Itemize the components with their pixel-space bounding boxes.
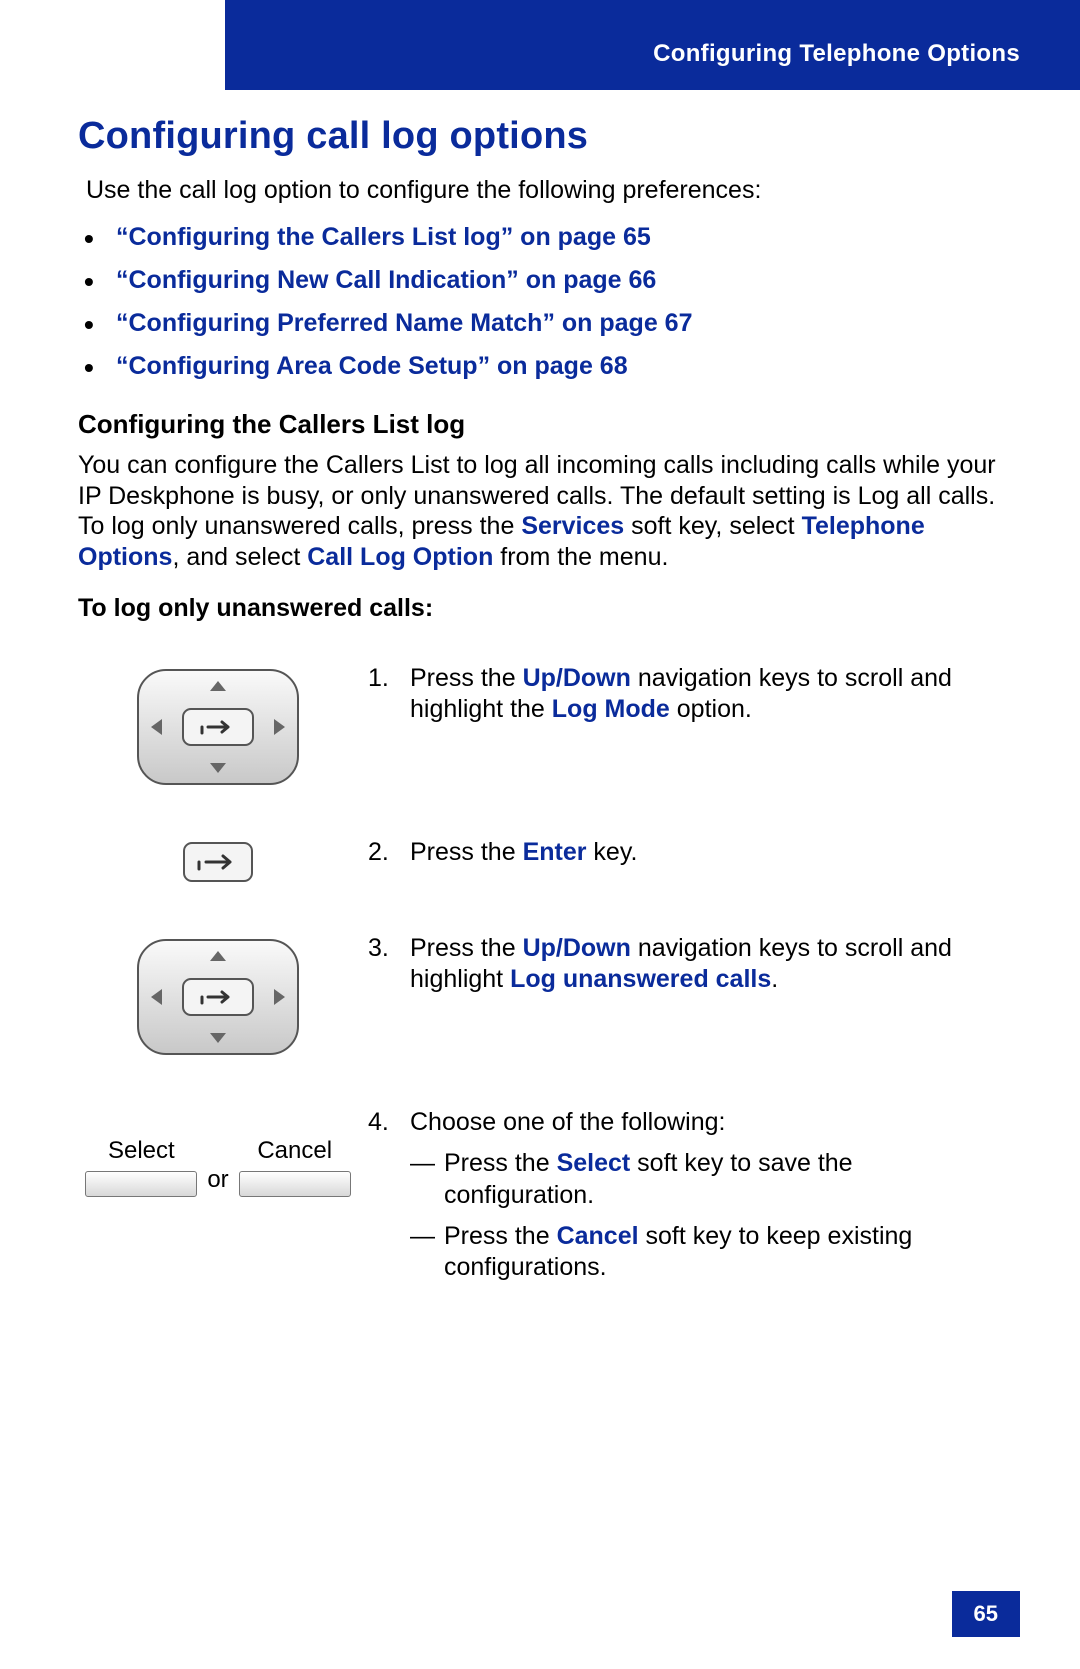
- cancel-label: Cancel: [257, 1137, 332, 1165]
- page-title: Configuring call log options: [78, 115, 1002, 158]
- toc-link-callers-list[interactable]: “Configuring the Callers List log” on pa…: [78, 223, 1002, 252]
- page-number: 65: [952, 1591, 1020, 1637]
- softkeys-illustration: Select or Cancel: [85, 1137, 350, 1197]
- step-3: 3. Press the Up/Down navigation keys to …: [78, 933, 1002, 1057]
- substep-desc: Press the Cancel soft key to keep existi…: [444, 1221, 1002, 1284]
- steps-list: 1. Press the Up/Down navigation keys to …: [78, 663, 1002, 1283]
- section-heading: Configuring the Callers List log: [78, 409, 1002, 440]
- step-1-illustration: [78, 663, 358, 787]
- call-log-option-ref: Call Log Option: [307, 543, 493, 571]
- step-4-text: 4. Choose one of the following: — Press …: [368, 1107, 1002, 1283]
- body-text: Choose one of the following:: [410, 1108, 726, 1136]
- select-softkey-icon: [85, 1171, 197, 1197]
- select-softkey-col: Select: [85, 1137, 197, 1197]
- body-text: Press the: [444, 1149, 557, 1177]
- body-text: soft key, select: [624, 512, 801, 540]
- body-text: Press the: [410, 664, 523, 692]
- enter-ref: Enter: [523, 838, 587, 866]
- body-text: key.: [586, 838, 637, 866]
- body-text: Press the: [444, 1222, 557, 1250]
- body-text: Press the: [410, 838, 523, 866]
- substep-desc: Press the Select soft key to save the co…: [444, 1148, 1002, 1211]
- step-desc: Press the Enter key.: [410, 837, 1002, 868]
- cancel-softkey-icon: [239, 1171, 351, 1197]
- updown-ref: Up/Down: [523, 664, 631, 692]
- step-2-illustration: [78, 837, 358, 883]
- intro-text: Use the call log option to configure the…: [86, 176, 1002, 205]
- step-number: 1.: [368, 663, 410, 726]
- toc-list: “Configuring the Callers List log” on pa…: [78, 223, 1002, 381]
- step-number: 2.: [368, 837, 410, 868]
- step-desc: Press the Up/Down navigation keys to scr…: [410, 663, 1002, 726]
- header-band: Configuring Telephone Options: [225, 0, 1080, 90]
- step-desc: Press the Up/Down navigation keys to scr…: [410, 933, 1002, 996]
- step-1-text: 1. Press the Up/Down navigation keys to …: [368, 663, 1002, 726]
- body-text: .: [771, 965, 778, 993]
- dash-icon: —: [410, 1148, 444, 1211]
- step-3-illustration: [78, 933, 358, 1057]
- updown-ref: Up/Down: [523, 934, 631, 962]
- step-2: 2. Press the Enter key.: [78, 837, 1002, 883]
- navpad-icon: [135, 937, 301, 1057]
- step-3-text: 3. Press the Up/Down navigation keys to …: [368, 933, 1002, 996]
- step-2-text: 2. Press the Enter key.: [368, 837, 1002, 868]
- body-text: Press the: [410, 934, 523, 962]
- body-text: from the menu.: [493, 543, 668, 571]
- body-text: option.: [670, 695, 752, 723]
- log-unanswered-ref: Log unanswered calls: [510, 965, 771, 993]
- services-softkey-ref: Services: [521, 512, 624, 540]
- page: Configuring Telephone Options Configurin…: [0, 0, 1080, 1669]
- toc-link-new-call-indication[interactable]: “Configuring New Call Indication” on pag…: [78, 266, 1002, 295]
- section-body: You can configure the Callers List to lo…: [78, 450, 1002, 572]
- step-4: Select or Cancel 4. Choose one of the fo…: [78, 1107, 1002, 1283]
- select-ref: Select: [557, 1149, 631, 1177]
- step-desc: Choose one of the following: — Press the…: [410, 1107, 1002, 1283]
- step-1: 1. Press the Up/Down navigation keys to …: [78, 663, 1002, 787]
- toc-link-area-code-setup[interactable]: “Configuring Area Code Setup” on page 68: [78, 352, 1002, 381]
- substep-1: — Press the Select soft key to save the …: [410, 1148, 1002, 1211]
- select-label: Select: [108, 1137, 175, 1165]
- navpad-icon: [135, 667, 301, 787]
- enter-key-icon: [182, 841, 254, 883]
- log-mode-ref: Log Mode: [552, 695, 670, 723]
- step-4-illustration: Select or Cancel: [78, 1107, 358, 1197]
- body-text: , and select: [172, 543, 307, 571]
- dash-icon: —: [410, 1221, 444, 1284]
- toc-link-preferred-name-match[interactable]: “Configuring Preferred Name Match” on pa…: [78, 309, 1002, 338]
- substep-2: — Press the Cancel soft key to keep exis…: [410, 1221, 1002, 1284]
- step-number: 3.: [368, 933, 410, 996]
- procedure-heading: To log only unanswered calls:: [78, 594, 1002, 623]
- header-title: Configuring Telephone Options: [653, 40, 1020, 68]
- cancel-softkey-col: Cancel: [239, 1137, 351, 1197]
- step-number: 4.: [368, 1107, 410, 1283]
- or-text: or: [207, 1140, 228, 1194]
- content-area: Configuring call log options Use the cal…: [78, 115, 1002, 1283]
- cancel-ref: Cancel: [557, 1222, 639, 1250]
